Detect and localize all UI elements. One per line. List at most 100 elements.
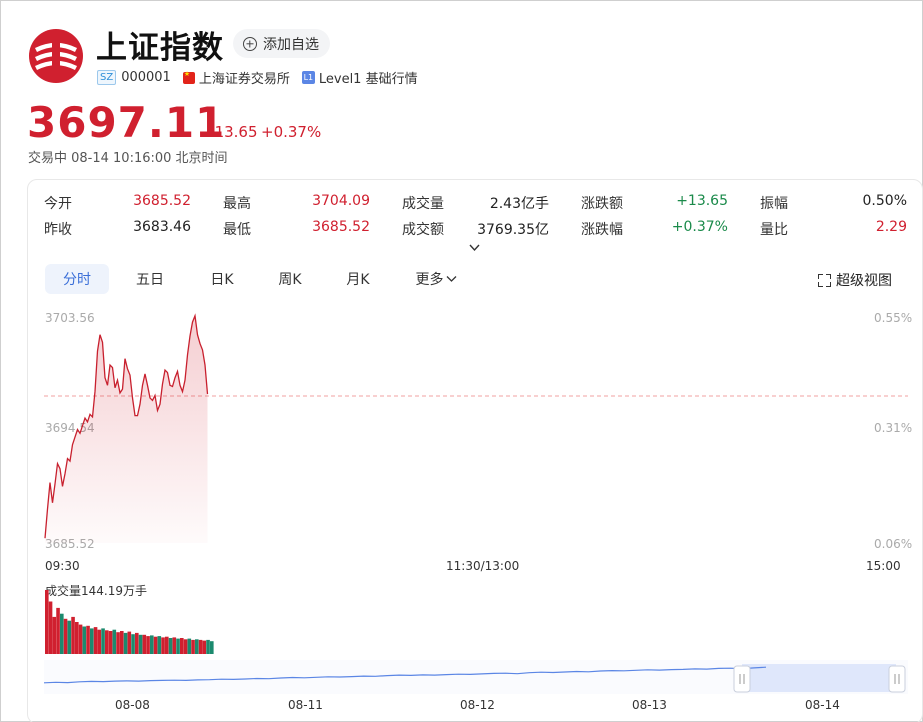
date-label: 08-11: [288, 698, 323, 712]
volume-bar: [67, 620, 72, 654]
stat-value: 2.29: [875, 219, 907, 235]
volume-bar: [112, 629, 117, 654]
navigator-handle[interactable]: [888, 665, 906, 693]
volume-bar: [75, 622, 79, 654]
volume-bar: [97, 629, 102, 654]
tab-label: 五日: [136, 272, 164, 288]
volume-bar: [180, 638, 184, 654]
volume-bar: [101, 628, 105, 654]
volume-bar: [183, 639, 188, 654]
volume-bar: [63, 618, 68, 654]
security-meta: SZ 000001 上海证券交易所 L1 Level1 基础行情: [97, 68, 418, 87]
volume-bar: [153, 636, 158, 654]
volume-bar: [206, 639, 210, 654]
tab-more[interactable]: 更多: [404, 264, 468, 294]
price-area: [45, 315, 208, 543]
date-label: 08-08: [115, 698, 150, 712]
volume-bar: [187, 638, 192, 654]
stat-label: 振幅: [760, 196, 788, 212]
price-change: +13.65: [202, 123, 258, 141]
stat-label: 昨收: [44, 222, 72, 238]
volume-bar: [195, 639, 199, 654]
x-tick: 09:30: [45, 559, 80, 573]
volume-bar: [60, 613, 64, 654]
stat-value: 3704.09: [312, 193, 370, 209]
volume-bar: [210, 641, 214, 654]
volume-bar: [78, 624, 83, 654]
tab-label: 周K: [278, 272, 302, 288]
volume-bar: [161, 637, 165, 654]
stat-value: 2.43亿手: [489, 196, 549, 212]
china-flag-icon: [182, 70, 195, 84]
add-watchlist-button[interactable]: 添加自选: [233, 29, 330, 58]
stat-label: 今开: [44, 196, 72, 212]
tab-daily-k[interactable]: 日K: [192, 264, 252, 294]
price-change-pct: +0.37%: [261, 123, 322, 141]
trading-status: 交易中 08-14 10:16:00 北京时间: [28, 151, 228, 166]
chevron-down-icon[interactable]: [469, 242, 480, 253]
volume-bar: [71, 616, 75, 654]
super-view-label: 超级视图: [836, 273, 892, 289]
stat-value: +0.37%: [671, 219, 728, 235]
security-code: 000001: [121, 70, 171, 85]
stat-label: 最低: [223, 222, 251, 238]
stat-value: +13.65: [676, 193, 728, 209]
volume-bar: [168, 638, 173, 654]
stat-label: 成交量: [402, 196, 444, 212]
stat-value: 0.50%: [862, 193, 907, 209]
chevron-down-icon: [446, 276, 456, 282]
add-watchlist-label: 添加自选: [263, 36, 319, 53]
volume-bar: [56, 607, 60, 654]
stat-value: 3685.52: [133, 193, 191, 209]
volume-bar: [135, 632, 139, 654]
volume-bar: [150, 635, 154, 654]
tab-label: 月K: [346, 272, 370, 288]
stat-label: 最高: [223, 196, 251, 212]
level-text: Level1 基础行情: [318, 72, 418, 87]
fullscreen-icon: [818, 273, 831, 287]
stat-value: 3769.35亿: [477, 222, 549, 238]
stat-value: 3683.46: [133, 219, 191, 235]
date-navigator[interactable]: [44, 660, 908, 696]
volume-bar: [127, 631, 132, 654]
date-label: 08-13: [632, 698, 667, 712]
tab-label: 分时: [63, 272, 91, 288]
volume-bar: [202, 640, 207, 654]
date-label: 08-14: [805, 698, 840, 712]
date-label: 08-12: [460, 698, 495, 712]
volume-bar: [90, 628, 94, 654]
navigator-selection: [742, 664, 896, 692]
level1-icon: L1: [301, 71, 315, 84]
stat-label: 涨跌幅: [581, 222, 623, 238]
tab-label: 更多: [415, 272, 444, 288]
tab-intraday[interactable]: 分时: [45, 264, 109, 294]
x-tick: 15:00: [866, 559, 901, 573]
tab-label: 日K: [210, 272, 234, 288]
current-price: 3697.11: [27, 98, 226, 147]
volume-bar: [165, 636, 169, 654]
volume-bar: [120, 631, 124, 654]
stat-label: 成交额: [402, 222, 444, 238]
volume-bar: [176, 638, 180, 654]
volume-bar: [116, 632, 120, 654]
intraday-chart[interactable]: [44, 303, 908, 547]
tab-monthly-k[interactable]: 月K: [328, 264, 388, 294]
sse-logo-icon: [29, 29, 83, 83]
tab-five-day[interactable]: 五日: [120, 264, 180, 294]
volume-bar: [138, 634, 143, 654]
x-tick: 11:30/13:00: [446, 559, 520, 573]
volume-bar: [131, 634, 135, 654]
volume-bar: [191, 639, 195, 654]
volume-bar: [142, 634, 147, 654]
tab-weekly-k[interactable]: 周K: [260, 264, 320, 294]
volume-bar: [108, 631, 113, 654]
volume-bar: [123, 632, 128, 654]
exchange-name: 上海证券交易所: [198, 72, 290, 87]
volume-bar: [52, 616, 57, 654]
volume-bar: [172, 637, 177, 654]
volume-bar: [45, 590, 49, 654]
navigator-handle[interactable]: [733, 665, 751, 693]
market-tag: SZ: [97, 70, 117, 85]
super-view-button[interactable]: 超级视图: [818, 270, 892, 290]
volume-bar: [93, 627, 98, 654]
